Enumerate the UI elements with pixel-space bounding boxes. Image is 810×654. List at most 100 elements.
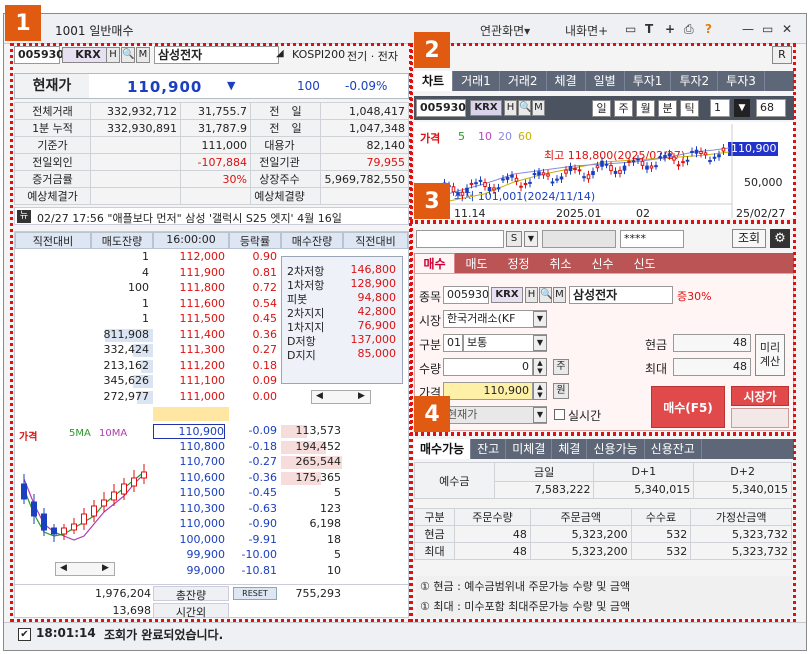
period-button-5[interactable]: 틱 [680,100,699,117]
news-headline[interactable]: 02/27 17:56 "애플보다 먼저" 삼성 '갤럭시 S25 엣지' 4월… [37,210,342,224]
period-button-1[interactable]: 일 [592,100,611,117]
password-input[interactable]: **** [620,230,684,248]
m-button[interactable]: M [136,47,150,63]
account-tab-3[interactable]: 미체결 [506,439,553,459]
ask-price[interactable]: 111,100 [153,374,226,387]
ask-price[interactable]: 112,000 [153,250,226,263]
bid-price[interactable]: 110,800 [153,440,226,455]
chart-stock-code[interactable]: 005930 [416,99,466,117]
order-tab-6[interactable]: 신도 [624,254,665,274]
chart-tab-7[interactable]: 투자2 [671,71,719,91]
order-m-button[interactable]: M [553,287,566,303]
levels-scrollbar[interactable]: ◀ ▶ [311,390,371,404]
ask-price[interactable]: 111,800 [153,281,226,294]
ask-price[interactable]: 111,500 [153,312,226,325]
ask-price[interactable]: 111,300 [153,343,226,356]
bid-price[interactable]: 110,300 [153,502,226,517]
chart-h-button[interactable]: H [504,100,517,116]
account-tab-6[interactable]: 신용잔고 [645,439,702,459]
chart-tab-6[interactable]: 투자1 [625,71,672,91]
order-code-input[interactable]: 005930 [443,286,489,304]
h-button[interactable]: H [106,47,120,63]
bid-price[interactable]: 99,900 [153,548,226,563]
period-button-3[interactable]: 월 [636,100,655,117]
close-icon[interactable]: ✕ [782,22,792,36]
bid-price[interactable]: 110,500 [153,486,226,501]
bid-price[interactable]: 110,600 [153,471,226,486]
bid-price[interactable]: 99,000 [153,564,226,579]
reset-button[interactable]: RESET [233,587,277,600]
account-tab-2[interactable]: 잔고 [471,439,507,459]
bid-price[interactable]: 110,000 [153,517,226,532]
my-screen-menu[interactable]: 내화면+ [565,22,608,39]
chart-tab-4[interactable]: 체결 [547,71,586,91]
monitor-icon[interactable]: ▭ [625,22,636,36]
bid-price[interactable]: 110,700 [153,455,226,470]
order-tab-2[interactable]: 매도 [456,254,497,274]
period-button-2[interactable]: 주 [614,100,633,117]
ask-price[interactable]: 111,400 [153,328,226,341]
account-input[interactable] [416,230,504,248]
ask-price[interactable]: 111,000 [153,390,226,403]
qty-stepper[interactable]: ▲ ▼ [533,358,547,376]
order-tab-1[interactable]: 매수 [414,253,455,273]
order-tab-5[interactable]: 신수 [582,254,623,274]
bar-count-input[interactable]: 68 [756,99,786,117]
market-select[interactable]: 한국거래소(KF [443,310,547,328]
period-button-4[interactable]: 분 [658,100,677,117]
minimize-icon[interactable]: — [742,22,754,36]
chart-market-badge[interactable]: KRX [470,100,502,116]
r-button[interactable]: R [772,46,792,64]
account-tab-1[interactable]: 매수가능 [414,439,472,459]
order-market-badge[interactable]: KRX [491,287,523,303]
chart-tab-3[interactable]: 거래2 [500,71,547,91]
order-search-icon[interactable]: 🔍 [539,287,552,303]
price-input[interactable]: 110,900 [443,382,533,400]
chart-search-icon[interactable]: 🔍 [518,100,531,116]
account-dropdown-icon[interactable]: ▼ [524,231,538,247]
chart-tab-1[interactable]: 차트 [414,71,454,91]
order-h-button[interactable]: H [525,287,538,303]
account-tab-4[interactable]: 체결 [552,439,588,459]
chart-m-button[interactable]: M [532,100,545,116]
price-stepper[interactable]: ▲ ▼ [533,382,547,400]
buy-button[interactable]: 매수(F5) [651,386,725,428]
qty-input[interactable]: 0 [443,358,533,376]
gear-icon[interactable]: ⚙ [770,229,790,248]
period-value-input[interactable]: 1 [710,99,730,117]
chart-tab-8[interactable]: 투자3 [718,71,765,91]
stock-code-input[interactable]: 005930 [14,46,64,64]
font-icon[interactable]: T [645,22,653,36]
order-stock-name[interactable]: 삼성전자 [569,286,673,304]
print-icon[interactable]: ⎙ [684,22,694,37]
stock-name-field[interactable]: 삼성전자 [154,46,279,64]
plus-icon[interactable]: + [665,22,675,36]
chart-tab-2[interactable]: 거래1 [453,71,500,91]
period-dropdown-icon[interactable]: ▼ [734,99,750,117]
market-price-button[interactable]: 시장가 [731,386,789,406]
search-icon[interactable]: 🔍 [121,47,135,63]
market-dropdown-icon[interactable]: ▼ [533,311,547,327]
realtime-checkbox[interactable] [554,409,565,420]
order-tab-4[interactable]: 취소 [540,254,581,274]
news-ticker[interactable]: 뉴 02/27 17:56 "애플보다 먼저" 삼성 '갤럭시 S25 엣지' … [14,207,409,225]
ask-price[interactable]: 111,900 [153,266,226,279]
preview-calc-button[interactable]: 미리계산 [755,334,785,376]
order-type-dropdown-icon[interactable]: ▼ [533,335,547,351]
account-type[interactable]: S [506,231,522,247]
related-screen-menu[interactable]: 연관화면▾ [480,22,530,39]
help-icon[interactable]: ? [705,22,712,36]
account-tab-5[interactable]: 신용가능 [587,439,645,459]
scroll-right-icon[interactable]: ▶ [358,391,365,401]
dropdown-icon[interactable]: ◢ [276,48,284,59]
ask-price[interactable]: 111,600 [153,297,226,310]
ask-price[interactable]: 111,200 [153,359,226,372]
chart-tab-5[interactable]: 일별 [586,71,625,91]
scroll-left-icon[interactable]: ◀ [316,391,323,401]
price-type-dropdown-icon[interactable]: ▼ [533,407,547,423]
inquiry-button[interactable]: 조회 [732,229,766,248]
bid-price[interactable]: 110,900 [153,424,225,439]
order-type-code[interactable]: 01 [443,334,463,352]
maximize-icon[interactable]: ▭ [762,22,773,36]
bid-price[interactable]: 100,000 [153,533,226,548]
